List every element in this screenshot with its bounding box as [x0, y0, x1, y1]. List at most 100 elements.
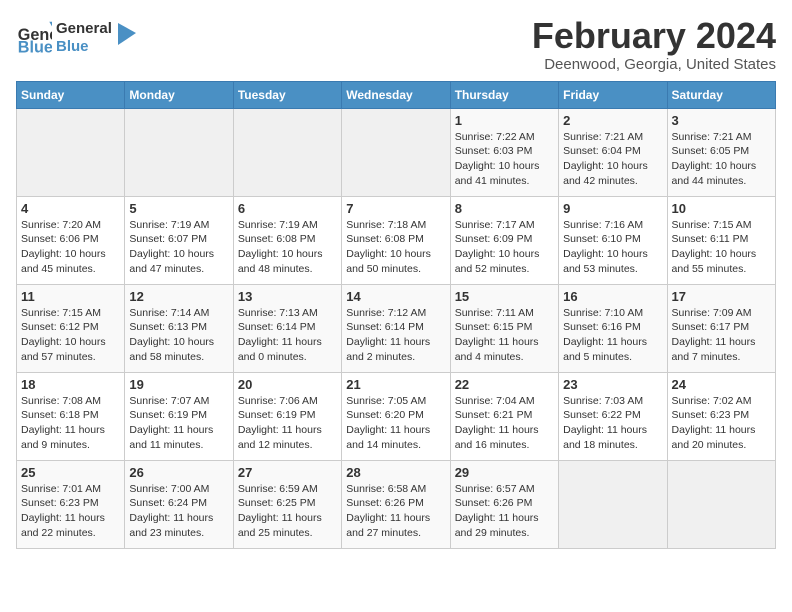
- day-cell: 23 Sunrise: 7:03 AM Sunset: 6:22 PM Dayli…: [559, 372, 667, 460]
- day-number: 21: [346, 377, 445, 392]
- day-cell: 14 Sunrise: 7:12 AM Sunset: 6:14 PM Dayli…: [342, 284, 450, 372]
- day-cell: 22 Sunrise: 7:04 AM Sunset: 6:21 PM Dayli…: [450, 372, 558, 460]
- day-cell: 17 Sunrise: 7:09 AM Sunset: 6:17 PM Dayli…: [667, 284, 775, 372]
- day-number: 4: [21, 201, 120, 216]
- day-cell: 21 Sunrise: 7:05 AM Sunset: 6:20 PM Dayli…: [342, 372, 450, 460]
- day-cell: 28 Sunrise: 6:58 AM Sunset: 6:26 PM Dayli…: [342, 460, 450, 548]
- day-cell: 6Sunrise: 7:19 AM Sunset: 6:08 PM Daylig…: [233, 196, 341, 284]
- week-row-5: 25 Sunrise: 7:01 AM Sunset: 6:23 PM Dayli…: [17, 460, 776, 548]
- day-cell: [342, 108, 450, 196]
- day-number: 15: [455, 289, 554, 304]
- day-cell: 11 Sunrise: 7:15 AM Sunset: 6:12 PM Dayli…: [17, 284, 125, 372]
- calendar-body: 1 Sunrise: 7:22 AM Sunset: 6:03 PM Daylig…: [17, 108, 776, 548]
- day-number: 16: [563, 289, 662, 304]
- day-cell: 25 Sunrise: 7:01 AM Sunset: 6:23 PM Dayli…: [17, 460, 125, 548]
- day-cell: [17, 108, 125, 196]
- day-cell: 3 Sunrise: 7:21 AM Sunset: 6:05 PM Daylig…: [667, 108, 775, 196]
- day-info: Sunrise: 7:08 AM Sunset: 6:18 PM Dayligh…: [21, 394, 120, 453]
- day-number: 22: [455, 377, 554, 392]
- day-cell: 20 Sunrise: 7:06 AM Sunset: 6:19 PM Dayli…: [233, 372, 341, 460]
- day-number: 10: [672, 201, 771, 216]
- day-info: Sunrise: 7:01 AM Sunset: 6:23 PM Dayligh…: [21, 482, 120, 541]
- logo: General Blue General Blue: [16, 20, 136, 56]
- day-number: 29: [455, 465, 554, 480]
- calendar-table: SundayMondayTuesdayWednesdayThursdayFrid…: [16, 81, 776, 549]
- day-info: Sunrise: 7:21 AM Sunset: 6:04 PM Dayligh…: [563, 130, 662, 189]
- day-cell: 1 Sunrise: 7:22 AM Sunset: 6:03 PM Daylig…: [450, 108, 558, 196]
- day-cell: 29 Sunrise: 6:57 AM Sunset: 6:26 PM Dayli…: [450, 460, 558, 548]
- svg-text:Blue: Blue: [18, 38, 52, 56]
- day-cell: 7 Sunrise: 7:18 AM Sunset: 6:08 PM Daylig…: [342, 196, 450, 284]
- day-info: Sunrise: 7:15 AM Sunset: 6:11 PM Dayligh…: [672, 218, 771, 277]
- day-info: Sunrise: 7:02 AM Sunset: 6:23 PM Dayligh…: [672, 394, 771, 453]
- day-number: 23: [563, 377, 662, 392]
- day-info: Sunrise: 7:06 AM Sunset: 6:19 PM Dayligh…: [238, 394, 337, 453]
- logo-blue: Blue: [56, 38, 112, 56]
- day-cell: 2 Sunrise: 7:21 AM Sunset: 6:04 PM Daylig…: [559, 108, 667, 196]
- day-number: 25: [21, 465, 120, 480]
- day-info: Sunrise: 7:21 AM Sunset: 6:05 PM Dayligh…: [672, 130, 771, 189]
- day-info: Sunrise: 7:00 AM Sunset: 6:24 PM Dayligh…: [129, 482, 228, 541]
- day-cell: [125, 108, 233, 196]
- week-row-1: 1 Sunrise: 7:22 AM Sunset: 6:03 PM Daylig…: [17, 108, 776, 196]
- day-info: Sunrise: 7:14 AM Sunset: 6:13 PM Dayligh…: [129, 306, 228, 365]
- day-info: Sunrise: 7:16 AM Sunset: 6:10 PM Dayligh…: [563, 218, 662, 277]
- day-info: Sunrise: 7:13 AM Sunset: 6:14 PM Dayligh…: [238, 306, 337, 365]
- day-info: Sunrise: 7:15 AM Sunset: 6:12 PM Dayligh…: [21, 306, 120, 365]
- day-info: Sunrise: 7:09 AM Sunset: 6:17 PM Dayligh…: [672, 306, 771, 365]
- header-cell-thursday: Thursday: [450, 81, 558, 108]
- day-cell: 24 Sunrise: 7:02 AM Sunset: 6:23 PM Dayli…: [667, 372, 775, 460]
- header-cell-wednesday: Wednesday: [342, 81, 450, 108]
- day-number: 19: [129, 377, 228, 392]
- day-number: 6: [238, 201, 337, 216]
- day-number: 24: [672, 377, 771, 392]
- day-number: 26: [129, 465, 228, 480]
- week-row-3: 11 Sunrise: 7:15 AM Sunset: 6:12 PM Dayli…: [17, 284, 776, 372]
- day-info: Sunrise: 7:18 AM Sunset: 6:08 PM Dayligh…: [346, 218, 445, 277]
- day-info: Sunrise: 7:03 AM Sunset: 6:22 PM Dayligh…: [563, 394, 662, 453]
- day-number: 14: [346, 289, 445, 304]
- calendar-header: SundayMondayTuesdayWednesdayThursdayFrid…: [17, 81, 776, 108]
- day-info: Sunrise: 6:59 AM Sunset: 6:25 PM Dayligh…: [238, 482, 337, 541]
- day-cell: [559, 460, 667, 548]
- logo-general: General: [56, 20, 112, 38]
- day-info: Sunrise: 7:11 AM Sunset: 6:15 PM Dayligh…: [455, 306, 554, 365]
- day-number: 1: [455, 113, 554, 128]
- day-cell: 16 Sunrise: 7:10 AM Sunset: 6:16 PM Dayli…: [559, 284, 667, 372]
- day-cell: [667, 460, 775, 548]
- day-number: 2: [563, 113, 662, 128]
- day-cell: 9Sunrise: 7:16 AM Sunset: 6:10 PM Daylig…: [559, 196, 667, 284]
- day-number: 17: [672, 289, 771, 304]
- day-number: 12: [129, 289, 228, 304]
- header-cell-sunday: Sunday: [17, 81, 125, 108]
- page-header: General Blue General Blue February 2024 …: [16, 16, 776, 73]
- day-number: 7: [346, 201, 445, 216]
- day-info: Sunrise: 7:05 AM Sunset: 6:20 PM Dayligh…: [346, 394, 445, 453]
- day-info: Sunrise: 7:19 AM Sunset: 6:07 PM Dayligh…: [129, 218, 228, 277]
- day-info: Sunrise: 7:07 AM Sunset: 6:19 PM Dayligh…: [129, 394, 228, 453]
- day-info: Sunrise: 6:57 AM Sunset: 6:26 PM Dayligh…: [455, 482, 554, 541]
- day-info: Sunrise: 6:58 AM Sunset: 6:26 PM Dayligh…: [346, 482, 445, 541]
- day-cell: 5Sunrise: 7:19 AM Sunset: 6:07 PM Daylig…: [125, 196, 233, 284]
- logo-icon: General Blue: [16, 20, 52, 56]
- day-number: 8: [455, 201, 554, 216]
- day-number: 11: [21, 289, 120, 304]
- header-cell-tuesday: Tuesday: [233, 81, 341, 108]
- day-number: 20: [238, 377, 337, 392]
- day-info: Sunrise: 7:12 AM Sunset: 6:14 PM Dayligh…: [346, 306, 445, 365]
- week-row-2: 4Sunrise: 7:20 AM Sunset: 6:06 PM Daylig…: [17, 196, 776, 284]
- day-number: 18: [21, 377, 120, 392]
- day-info: Sunrise: 7:10 AM Sunset: 6:16 PM Dayligh…: [563, 306, 662, 365]
- day-info: Sunrise: 7:22 AM Sunset: 6:03 PM Dayligh…: [455, 130, 554, 189]
- header-cell-saturday: Saturday: [667, 81, 775, 108]
- subtitle: Deenwood, Georgia, United States: [532, 56, 776, 73]
- day-number: 3: [672, 113, 771, 128]
- day-cell: 19 Sunrise: 7:07 AM Sunset: 6:19 PM Dayli…: [125, 372, 233, 460]
- day-number: 28: [346, 465, 445, 480]
- day-cell: 18 Sunrise: 7:08 AM Sunset: 6:18 PM Dayli…: [17, 372, 125, 460]
- day-info: Sunrise: 7:04 AM Sunset: 6:21 PM Dayligh…: [455, 394, 554, 453]
- main-title: February 2024: [532, 16, 776, 56]
- header-row: SundayMondayTuesdayWednesdayThursdayFrid…: [17, 81, 776, 108]
- day-number: 13: [238, 289, 337, 304]
- week-row-4: 18 Sunrise: 7:08 AM Sunset: 6:18 PM Dayli…: [17, 372, 776, 460]
